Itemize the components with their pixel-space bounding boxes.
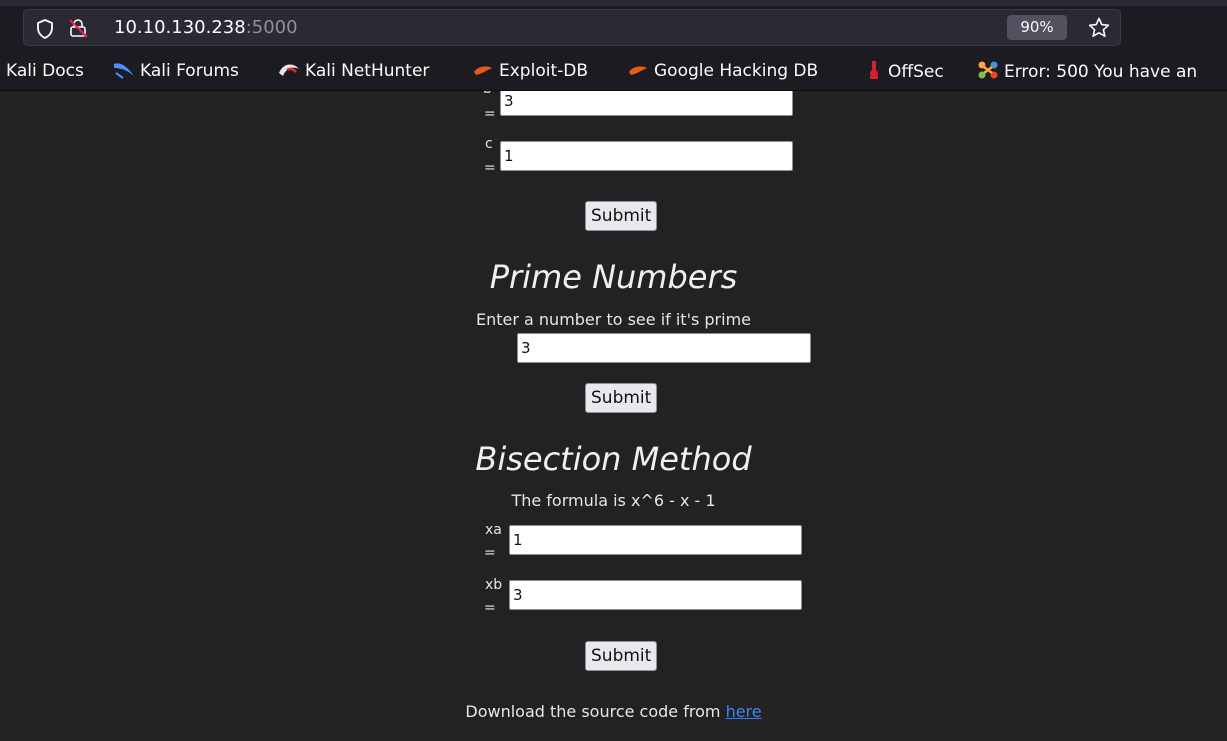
tab-strip-edge (0, 0, 1227, 6)
bisection-heading: Bisection Method (475, 440, 752, 478)
bookmark-label: Error: 500 You have an (1004, 62, 1198, 82)
bookmark-kali-forums[interactable]: Kali Forums (113, 60, 239, 82)
b-input[interactable] (500, 91, 793, 116)
xb-input[interactable] (509, 580, 802, 610)
prime-heading: Prime Numbers (489, 258, 738, 296)
prime-submit-button[interactable]: Submit (585, 383, 658, 413)
xb-label: xb (485, 577, 503, 593)
bookmark-label: OffSec (888, 62, 944, 82)
bookmark-star-icon[interactable] (1087, 16, 1111, 44)
bookmark-error-500[interactable]: Error: 500 You have an (977, 60, 1197, 83)
b-equals: = (484, 106, 496, 122)
tracking-protection-shield-icon[interactable] (36, 19, 54, 43)
zoom-level-button[interactable]: 90% (1007, 15, 1067, 40)
joomla-icon (978, 61, 998, 79)
bookmark-label: Google Hacking DB (654, 61, 819, 81)
xa-input[interactable] (509, 525, 802, 555)
kali-nethunter-icon (279, 64, 299, 76)
exploit-db-icon (629, 66, 647, 75)
xa-label: xa (485, 522, 502, 538)
download-footer: Download the source code from here (0, 702, 1227, 721)
b-label: b (483, 91, 492, 96)
browser-chrome: 10.10.130.238:5000 90% Kali Docs Kali Fo… (0, 0, 1227, 91)
url-text[interactable]: 10.10.130.238:5000 (114, 18, 298, 38)
url-port: :5000 (245, 17, 298, 38)
download-text: Download the source code from (465, 702, 721, 721)
bookmark-label: Kali NetHunter (305, 61, 430, 81)
insecure-lock-icon[interactable] (68, 18, 90, 42)
c-label: c (485, 136, 493, 152)
bisection-formula: The formula is x^6 - x - 1 (511, 491, 716, 510)
address-bar[interactable]: 10.10.130.238:5000 90% (23, 9, 1121, 46)
prime-instruction: Enter a number to see if it's prime (475, 310, 752, 329)
bookmarks-toolbar: Kali Docs Kali Forums Kali NetHunter Exp… (0, 56, 1227, 86)
prime-number-input[interactable] (517, 333, 811, 363)
bookmark-label: Exploit-DB (499, 61, 588, 81)
xa-equals: = (484, 545, 496, 561)
exploit-db-icon (474, 66, 492, 75)
kali-forums-icon (114, 63, 134, 79)
c-equals: = (484, 160, 496, 176)
page-content: b = c = Submit Prime Numbers Enter a num… (0, 91, 1227, 741)
bisection-submit-button[interactable]: Submit (585, 641, 658, 671)
bookmark-exploit-db[interactable]: Exploit-DB (472, 60, 588, 82)
bookmark-kali-nethunter[interactable]: Kali NetHunter (278, 60, 429, 82)
quadratic-submit-button[interactable]: Submit (585, 201, 658, 231)
c-input[interactable] (500, 141, 793, 171)
bookmark-offsec[interactable]: OffSec (865, 60, 944, 83)
bookmark-google-hacking-db[interactable]: Google Hacking DB (627, 60, 818, 82)
bookmark-label: Kali Docs (6, 61, 84, 81)
bookmark-kali-docs[interactable]: Kali Docs (6, 60, 84, 82)
bookmark-label: Kali Forums (140, 61, 239, 81)
xb-equals: = (484, 600, 496, 616)
url-host: 10.10.130.238 (114, 17, 246, 38)
download-source-link[interactable]: here (726, 702, 762, 721)
offsec-icon (870, 61, 878, 79)
